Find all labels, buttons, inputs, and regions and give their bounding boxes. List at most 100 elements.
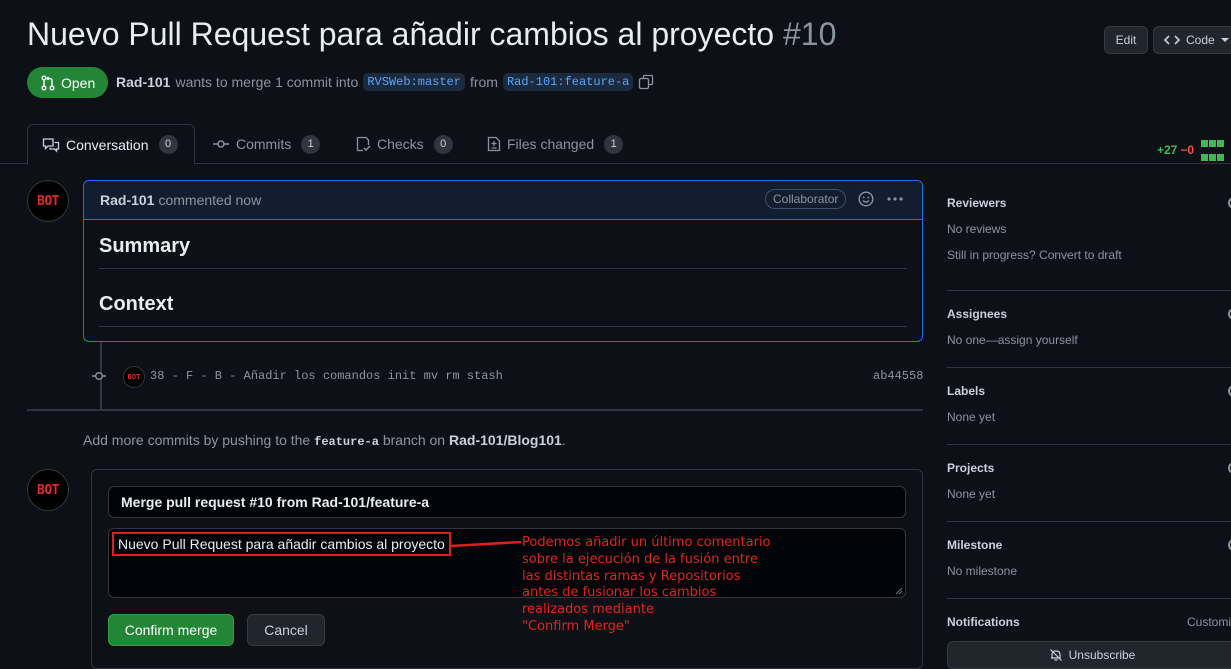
sidebar-divider [947, 521, 1231, 522]
edit-button[interactable]: Edit [1104, 26, 1148, 54]
avatar[interactable]: BOT [27, 180, 69, 222]
avatar[interactable]: BOT [27, 469, 69, 511]
head-branch[interactable]: Rad-101:feature-a [502, 73, 634, 91]
heading-rule [99, 326, 907, 327]
confirm-merge-button[interactable]: Confirm merge [108, 614, 234, 646]
merge-commit-title-input[interactable]: Merge pull request #10 from Rad-101/feat… [108, 486, 906, 518]
convert-to-draft-link[interactable]: Still in progress? Convert to draft [947, 248, 1231, 262]
sidebar-projects-value: None yet [947, 487, 996, 501]
push-hint-middle: branch on [382, 432, 446, 448]
sidebar-labels-title[interactable]: Labels [947, 384, 1231, 398]
comment-discussion-icon [42, 137, 60, 153]
pr-number: #10 [782, 16, 837, 52]
merge-commit-title-value: Merge pull request #10 from Rad-101/feat… [121, 494, 430, 510]
sidebar-labels: Labels None yet [947, 384, 1231, 424]
code-button[interactable]: Code [1153, 26, 1231, 54]
sidebar-divider [947, 444, 1231, 445]
push-hint-suffix: . [561, 432, 566, 448]
sidebar-projects: Projects None yet [947, 461, 1231, 501]
sidebar-reviewers-title[interactable]: Reviewers [947, 196, 1231, 210]
tab-commits[interactable]: Commits 1 [198, 124, 334, 164]
commit-author-avatar[interactable]: BOT [123, 366, 145, 388]
sidebar-assignees: Assignees No one—assign yourself [947, 307, 1231, 347]
gear-icon[interactable] [1227, 384, 1231, 398]
diffstat-removed: −0 [1180, 143, 1195, 157]
sidebar-milestone-title[interactable]: Milestone [947, 538, 1231, 552]
avatar-text: BOT [37, 193, 59, 209]
unsubscribe-button[interactable]: Unsubscribe [947, 641, 1231, 669]
annotation-connector [451, 541, 521, 547]
sidebar-divider [947, 598, 1231, 599]
pr-description-comment: Rad-101 commented now Collaborator Summa… [83, 180, 923, 342]
unsubscribe-label: Unsubscribe [1068, 648, 1136, 662]
notifications-customize-link[interactable]: Customi [1187, 615, 1231, 629]
timeline-separator [27, 409, 923, 411]
annotation-line: antes de fusionar los cambios [522, 585, 717, 601]
tab-files-changed-count: 1 [604, 134, 624, 154]
heading-rule [99, 268, 907, 269]
status-badge-label: Open [61, 74, 96, 91]
tab-files-changed-label: Files changed [507, 136, 595, 152]
tab-commits-label: Commits [236, 136, 292, 152]
bell-slash-icon [1049, 649, 1062, 661]
tab-files-changed[interactable]: Files changed 1 [473, 124, 637, 164]
annotation-note: Podemos añadir un último comentario sobr… [522, 535, 802, 636]
annotation-line: Podemos añadir un último comentario [522, 535, 771, 550]
comment-author[interactable]: Rad-101 [100, 192, 154, 208]
from-text: from [469, 74, 498, 90]
tab-checks-label: Checks [377, 136, 424, 152]
push-hint-prefix: Add more commits by pushing to the [83, 432, 311, 448]
file-diff-icon [487, 136, 501, 152]
resize-handle-icon[interactable] [895, 587, 903, 595]
diffstat: +27 −0 [1157, 136, 1231, 164]
confirm-merge-label: Confirm merge [124, 622, 218, 638]
sidebar-assignees-value[interactable]: No one—assign yourself [947, 333, 1231, 347]
commit-icon [213, 140, 229, 148]
collaborator-badge: Collaborator [765, 189, 847, 209]
push-hint-repo-link[interactable]: Rad-101/Blog101 [449, 432, 562, 448]
kebab-horizontal-icon[interactable] [886, 191, 904, 207]
highlighted-commit-message: Nuevo Pull Request para añadir cambios a… [112, 532, 451, 556]
gear-icon[interactable] [1227, 461, 1231, 475]
commit-message-link[interactable]: 38 - F - B - Añadir los comandos init mv… [150, 369, 503, 383]
tab-commits-count: 1 [301, 134, 321, 154]
merge-info: Rad-101 wants to merge 1 commit into RVS… [116, 73, 654, 91]
sidebar-reviewers: Reviewers No reviews Still in progress? … [947, 196, 1231, 262]
push-hint-branch: feature-a [314, 435, 379, 449]
commit-avatar-text: BOT [127, 373, 141, 381]
smiley-icon[interactable] [858, 191, 874, 207]
commit-node-icon [92, 372, 106, 380]
push-hint: Add more commits by pushing to the featu… [83, 432, 566, 449]
cancel-button[interactable]: Cancel [247, 614, 325, 646]
gear-icon[interactable] [1227, 538, 1231, 552]
gear-icon[interactable] [1227, 196, 1231, 210]
code-icon [1164, 35, 1180, 45]
tab-checks[interactable]: Checks 0 [341, 124, 467, 164]
annotation-line: las distintas ramas y Repositorios [522, 568, 741, 584]
sidebar-assignees-title[interactable]: Assignees [947, 307, 1231, 321]
caret-down-icon [1220, 38, 1229, 42]
tab-conversation[interactable]: Conversation 0 [27, 124, 195, 165]
checklist-icon [356, 136, 371, 152]
diffstat-bar [1200, 136, 1231, 164]
sidebar-milestone-value: No milestone [947, 564, 1018, 578]
cancel-label: Cancel [264, 622, 308, 638]
tab-conversation-label: Conversation [66, 136, 149, 153]
comment-header: Rad-101 commented now Collaborator [84, 181, 922, 220]
page-title: Nuevo Pull Request para añadir cambios a… [27, 16, 836, 53]
pr-title: Nuevo Pull Request para añadir cambios a… [27, 16, 775, 52]
pull-request-icon [41, 75, 55, 90]
pr-author-link[interactable]: Rad-101 [116, 74, 170, 90]
annotation-line: sobre la ejecución de la fusión entre [522, 551, 758, 567]
annotation-line: realizados mediante [522, 602, 654, 618]
sidebar-labels-value: None yet [947, 410, 996, 424]
sidebar-projects-title[interactable]: Projects [947, 461, 1231, 475]
gear-icon[interactable] [1227, 307, 1231, 321]
commit-sha-link[interactable]: ab44558 [873, 369, 923, 383]
comment-timestamp: commented now [158, 192, 262, 208]
merge-info-text: wants to merge 1 commit into [175, 74, 359, 90]
copy-icon[interactable] [638, 74, 654, 90]
status-badge: Open [27, 67, 109, 98]
tab-checks-count: 0 [433, 134, 453, 154]
base-branch[interactable]: RVSWeb:master [363, 73, 465, 91]
